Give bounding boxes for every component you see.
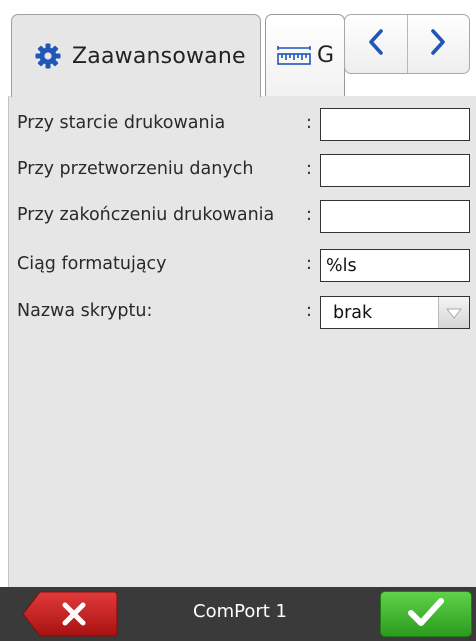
setting-colon: : xyxy=(306,254,312,274)
setting-label: Przy starcie drukowania xyxy=(17,113,226,133)
tab-bar: Zaawansowane G xyxy=(0,0,476,97)
setting-colon: : xyxy=(306,301,312,321)
setting-row-print-start: Przy starcie drukowania : xyxy=(9,105,476,145)
tab-advanced[interactable]: Zaawansowane xyxy=(11,14,261,97)
chevron-down-icon[interactable] xyxy=(438,297,469,328)
next-tab-button[interactable] xyxy=(406,15,470,73)
tab-scroll-buttons xyxy=(344,14,470,74)
script-name-dropdown[interactable]: brak xyxy=(320,296,470,329)
cancel-button[interactable] xyxy=(22,591,118,637)
print-start-input[interactable] xyxy=(320,108,470,141)
setting-colon: : xyxy=(306,113,312,133)
previous-tab-button[interactable] xyxy=(345,15,407,73)
setting-row-format-string: Ciąg formatujący : xyxy=(9,246,476,286)
confirm-button[interactable] xyxy=(380,591,472,637)
bottom-bar: ComPort 1 xyxy=(0,587,476,641)
setting-label: Przy zakończeniu drukowania xyxy=(17,205,275,225)
setting-colon: : xyxy=(306,159,312,179)
setting-label: Przy przetworzeniu danych xyxy=(17,159,254,179)
format-string-input[interactable] xyxy=(320,249,470,282)
gear-icon xyxy=(33,41,63,71)
chevron-left-icon xyxy=(366,27,386,61)
tab-label: Zaawansowane xyxy=(72,43,246,69)
chevron-right-icon xyxy=(428,27,448,61)
setting-label: Ciąg formatujący xyxy=(17,254,167,274)
setting-row-script-name: Nazwa skryptu: : brak xyxy=(9,293,476,333)
dropdown-value: brak xyxy=(333,302,373,323)
checkmark-icon xyxy=(406,596,446,632)
data-processed-input[interactable] xyxy=(320,154,470,187)
setting-colon: : xyxy=(306,205,312,225)
setting-row-print-end: Przy zakończeniu drukowania : xyxy=(9,197,476,237)
tab-ruler[interactable]: G xyxy=(265,14,345,96)
advanced-settings-panel: Przy starcie drukowania : Przy przetworz… xyxy=(8,96,476,587)
print-end-input[interactable] xyxy=(320,200,470,233)
connection-name: ComPort 1 xyxy=(193,601,287,622)
close-icon xyxy=(62,602,86,630)
setting-row-data-processed: Przy przetworzeniu danych : xyxy=(9,151,476,191)
ruler-icon xyxy=(277,44,311,68)
tab-label: G xyxy=(317,43,335,68)
setting-label: Nazwa skryptu: xyxy=(17,301,153,321)
